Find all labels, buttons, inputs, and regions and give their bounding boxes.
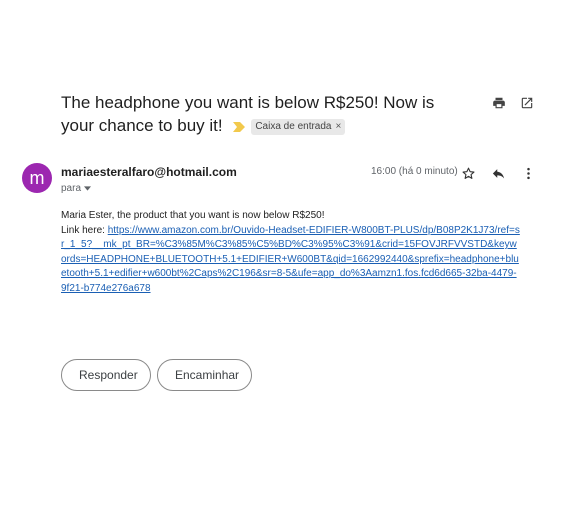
print-button[interactable] bbox=[490, 94, 508, 112]
email-body: Maria Ester, the product that you want i… bbox=[61, 209, 521, 296]
reply-button[interactable]: Responder bbox=[61, 359, 151, 391]
print-icon bbox=[493, 97, 505, 109]
open-new-window-button[interactable] bbox=[518, 94, 536, 112]
subject-tags: Caixa de entrada × bbox=[233, 118, 346, 135]
email-subject: The headphone you want is below R$250! N… bbox=[61, 91, 461, 137]
more-options-button[interactable] bbox=[519, 164, 537, 182]
body-greeting: Maria Ester, the product that you want i… bbox=[61, 210, 325, 221]
link-prefix: Link here: bbox=[61, 224, 108, 236]
remove-label-button[interactable]: × bbox=[336, 121, 342, 133]
forward-button[interactable]: Encaminhar bbox=[157, 359, 252, 391]
recipient-details-toggle[interactable]: para bbox=[61, 183, 92, 194]
reply-label: Responder bbox=[79, 368, 138, 382]
inbox-label-text: Caixa de entrada bbox=[255, 120, 332, 132]
chevron-down-icon bbox=[84, 186, 92, 191]
open-in-new-icon bbox=[521, 97, 533, 109]
more-vert-icon bbox=[526, 167, 530, 179]
star-button[interactable] bbox=[459, 164, 477, 182]
reply-actions: Responder Encaminhar bbox=[61, 359, 252, 391]
inbox-label-chip: Caixa de entrada × bbox=[251, 118, 346, 135]
reply-quick-button[interactable] bbox=[489, 164, 507, 182]
timestamp: 16:00 (há 0 minuto) bbox=[371, 166, 458, 177]
forward-label: Encaminhar bbox=[175, 368, 240, 382]
reply-icon bbox=[492, 168, 504, 178]
thread-actions bbox=[490, 94, 536, 112]
importance-icon[interactable] bbox=[233, 121, 246, 132]
to-label: para bbox=[61, 183, 82, 194]
star-icon bbox=[462, 167, 474, 179]
subject-row: The headphone you want is below R$250! N… bbox=[61, 91, 461, 137]
message-actions bbox=[459, 164, 537, 182]
body-link-line: Link here: https://www.amazon.com.br/Ouv… bbox=[61, 224, 521, 297]
sender-email[interactable]: mariaesteralfaro@hotmail.com bbox=[61, 165, 237, 179]
avatar[interactable]: m bbox=[22, 163, 52, 193]
avatar-letter: m bbox=[29, 167, 45, 188]
product-link[interactable]: https://www.amazon.com.br/Ouvido-Headset… bbox=[61, 225, 520, 294]
